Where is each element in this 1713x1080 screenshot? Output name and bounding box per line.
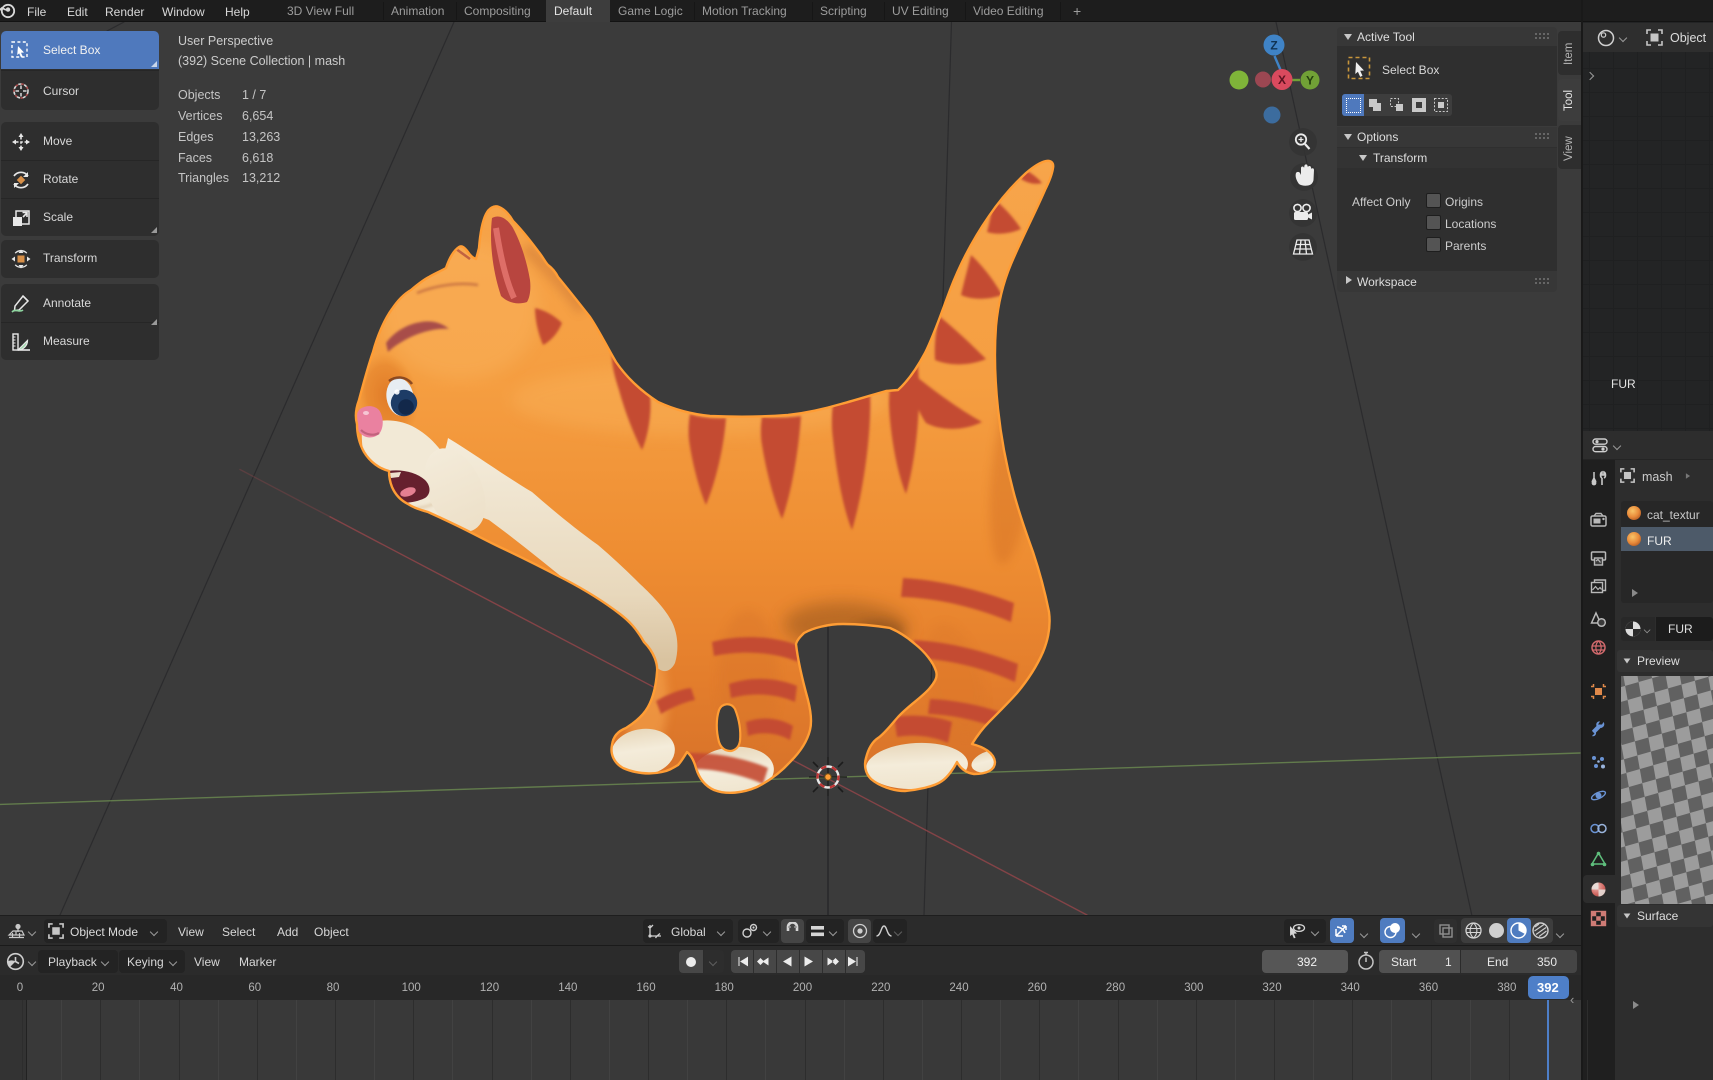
svg-text:Z: Z	[1270, 39, 1277, 53]
svg-text:X: X	[1278, 73, 1286, 87]
svg-text:Y: Y	[1306, 74, 1314, 88]
